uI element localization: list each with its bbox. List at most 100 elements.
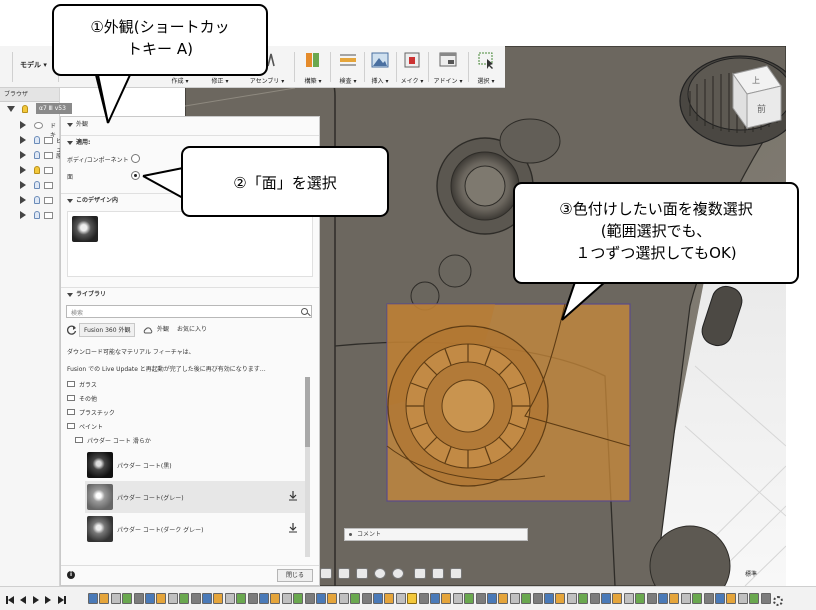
- timeline-feature-icon[interactable]: [737, 593, 748, 604]
- timeline-feature-icon[interactable]: [247, 593, 258, 604]
- visibility-bulb-icon[interactable]: [22, 105, 28, 113]
- timeline-feature-icon[interactable]: [350, 593, 361, 604]
- timeline-feature-icon[interactable]: [601, 593, 611, 604]
- step-forward-icon[interactable]: [45, 596, 51, 604]
- library-scrollbar[interactable]: [305, 377, 310, 557]
- comment-bar[interactable]: コメント: [344, 528, 528, 541]
- visibility-bulb-icon[interactable]: [34, 196, 40, 204]
- collapse-triangle-icon[interactable]: [7, 106, 15, 112]
- expand-triangle-icon[interactable]: [20, 166, 26, 174]
- browser-root-row[interactable]: α7 Ⅲ v53: [0, 102, 72, 116]
- download-icon[interactable]: [289, 491, 297, 501]
- zoom-icon[interactable]: [374, 568, 386, 579]
- timeline-feature-icon[interactable]: [179, 593, 190, 604]
- go-to-end-icon[interactable]: [64, 596, 66, 604]
- folder-plastic[interactable]: プラスチック: [79, 408, 115, 417]
- timeline-feature-icon[interactable]: [190, 593, 201, 604]
- expand-triangle-icon[interactable]: [20, 151, 26, 159]
- timeline-feature-icon[interactable]: [327, 593, 338, 604]
- timeline-feature-icon[interactable]: [635, 593, 646, 604]
- timeline-feature-icon[interactable]: [566, 593, 577, 604]
- library-search-input[interactable]: 検索: [66, 305, 312, 318]
- toolbar-make[interactable]: メイク ▾: [398, 50, 426, 86]
- toolbar-select[interactable]: 選択 ▾: [470, 50, 502, 86]
- timeline-feature-icon[interactable]: [133, 593, 144, 604]
- orbit-icon[interactable]: [320, 568, 332, 579]
- timeline-feature-icon[interactable]: [452, 593, 463, 604]
- timeline-feature-icon[interactable]: [578, 593, 589, 604]
- timeline-feature-icon[interactable]: [464, 593, 475, 604]
- toolbar-inspect[interactable]: 検査 ▾: [334, 50, 362, 86]
- timeline-feature-icon[interactable]: [555, 593, 566, 604]
- timeline-feature-icon[interactable]: [281, 593, 292, 604]
- timeline-feature-icon[interactable]: [304, 593, 315, 604]
- timeline-feature-icon[interactable]: [259, 593, 269, 604]
- toolbar-insert[interactable]: 挿入 ▾: [366, 50, 394, 86]
- go-to-start-icon[interactable]: [8, 596, 14, 604]
- material-row[interactable]: パウダー コート(黒): [85, 449, 309, 481]
- timeline-feature-icon[interactable]: [373, 593, 383, 604]
- timeline-feature-icon[interactable]: [760, 593, 771, 604]
- browser-item[interactable]: [0, 163, 60, 177]
- collapse-arrow-icon[interactable]: [67, 122, 73, 127]
- browser-item[interactable]: [0, 193, 60, 207]
- timeline-feature-icon[interactable]: [270, 593, 281, 604]
- expand-triangle-icon[interactable]: [20, 136, 26, 144]
- timeline-feature-icon[interactable]: [122, 593, 133, 604]
- timeline-feature-icon[interactable]: [680, 593, 691, 604]
- material-row[interactable]: パウダー コート(ダーク グレー): [85, 513, 309, 545]
- expand-triangle-icon[interactable]: [20, 211, 26, 219]
- browser-item[interactable]: [0, 208, 60, 222]
- refresh-icon[interactable]: [67, 325, 77, 335]
- timeline-feature-icon[interactable]: [224, 593, 235, 604]
- timeline-feature-icon[interactable]: [202, 593, 212, 604]
- timeline-feature-icon[interactable]: [692, 593, 703, 604]
- timeline-feature-icon[interactable]: [316, 593, 326, 604]
- timeline-feature-icon[interactable]: [384, 593, 395, 604]
- timeline-feature-icon[interactable]: [156, 593, 167, 604]
- look-at-icon[interactable]: [338, 568, 350, 579]
- browser-item[interactable]: ドキ: [0, 118, 60, 139]
- timeline-feature-icon[interactable]: [749, 593, 760, 604]
- material-row[interactable]: パウダー コート(グレー): [85, 481, 309, 513]
- timeline-feature-icon[interactable]: [430, 593, 440, 604]
- timeline-feature-icon[interactable]: [498, 593, 509, 604]
- appearance-dialog-header[interactable]: 外観: [61, 118, 319, 132]
- folder-paint[interactable]: ペイント: [79, 422, 103, 431]
- timeline-feature-icon[interactable]: [99, 593, 110, 604]
- radio-body-component[interactable]: [131, 154, 140, 163]
- timeline-feature-icon[interactable]: [509, 593, 520, 604]
- browser-header[interactable]: ブラウザ: [0, 88, 59, 102]
- timeline-feature-icon[interactable]: [532, 593, 543, 604]
- play-icon[interactable]: [33, 596, 39, 604]
- tab-favorites[interactable]: お気に入り: [173, 323, 211, 337]
- timeline-feature-icon[interactable]: [475, 593, 486, 604]
- timeline-feature-icon[interactable]: [715, 593, 725, 604]
- visibility-bulb-icon[interactable]: [34, 211, 40, 219]
- timeline-feature-icon[interactable]: [395, 593, 406, 604]
- search-icon[interactable]: [301, 308, 308, 315]
- subfolder-powder-coat[interactable]: パウダー コート 滑らか: [87, 436, 151, 445]
- scrollbar-thumb[interactable]: [305, 377, 310, 447]
- display-settings-icon[interactable]: [414, 568, 426, 579]
- pan-icon[interactable]: [356, 568, 368, 579]
- folder-other[interactable]: その他: [79, 394, 97, 403]
- timeline-feature-icon[interactable]: [361, 593, 372, 604]
- timeline-feature-icon[interactable]: [441, 593, 452, 604]
- timeline-feature-icon[interactable]: [726, 593, 737, 604]
- info-icon[interactable]: i: [67, 571, 75, 579]
- material-thumbnail[interactable]: [72, 216, 98, 242]
- timeline-feature-icon[interactable]: [88, 593, 98, 604]
- folder-glass[interactable]: ガラス: [79, 380, 97, 389]
- timeline-feature-icon[interactable]: [418, 593, 429, 604]
- expand-triangle-icon[interactable]: [20, 196, 26, 204]
- tab-appearance[interactable]: 外観: [153, 323, 173, 337]
- toolbar-construct[interactable]: 構築 ▾: [298, 50, 328, 86]
- timeline-feature-icon[interactable]: [213, 593, 224, 604]
- workspace-menu[interactable]: モデル ▾: [20, 60, 47, 70]
- timeline-feature-icon[interactable]: [487, 593, 497, 604]
- download-icon[interactable]: [289, 523, 297, 533]
- timeline-feature-icon[interactable]: [145, 593, 155, 604]
- grid-settings-icon[interactable]: [432, 568, 444, 579]
- timeline-feature-icon[interactable]: [589, 593, 600, 604]
